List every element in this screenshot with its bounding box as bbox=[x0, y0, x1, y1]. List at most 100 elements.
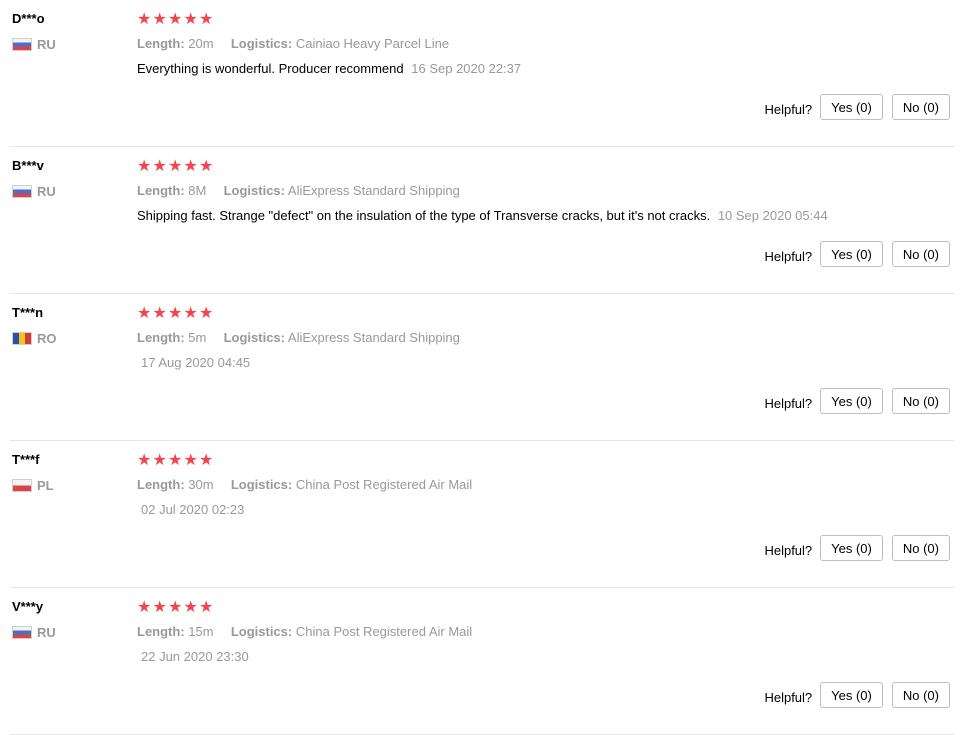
star-icon: ★ bbox=[183, 303, 198, 322]
logistics-label: Logistics: bbox=[223, 183, 285, 198]
helpful-yes-button[interactable]: Yes (0) bbox=[820, 94, 883, 120]
length-label: Length: bbox=[137, 477, 185, 492]
helpful-vote: Helpful? Yes (0) No (0) bbox=[764, 682, 950, 708]
logistics-label: Logistics: bbox=[223, 330, 285, 345]
length-value: 15m bbox=[188, 624, 214, 639]
review-feedback: 02 Jul 2020 02:23 bbox=[137, 502, 244, 517]
review-date: 22 Jun 2020 23:30 bbox=[141, 649, 249, 664]
country-flag-icon bbox=[12, 479, 32, 492]
review-meta: Length: 5m Logistics: AliExpress Standar… bbox=[137, 330, 460, 345]
helpful-no-button[interactable]: No (0) bbox=[891, 94, 950, 120]
helpful-no-button[interactable]: No (0) bbox=[891, 241, 950, 267]
star-icon: ★ bbox=[152, 450, 167, 469]
star-rating: ★ ★ ★ ★ ★ bbox=[137, 156, 215, 176]
reviewer-name: V***y bbox=[12, 599, 44, 614]
review-item: B***v RU ★ ★ ★ ★ ★ Length: 8M Logistics: Ali… bbox=[0, 147, 964, 294]
country-code: RO bbox=[37, 331, 57, 346]
star-icon: ★ bbox=[152, 9, 167, 28]
review-date: 17 Aug 2020 04:45 bbox=[141, 355, 251, 370]
star-icon: ★ bbox=[199, 303, 214, 322]
logistics-label: Logistics: bbox=[230, 36, 293, 51]
length-value: 5m bbox=[188, 330, 207, 345]
reviewer-name: T***f bbox=[12, 452, 40, 467]
length-label: Length: bbox=[137, 36, 185, 51]
reviewer-name: T***n bbox=[12, 305, 44, 320]
star-icon: ★ bbox=[137, 9, 152, 28]
helpful-yes-button[interactable]: Yes (0) bbox=[820, 682, 883, 708]
star-icon: ★ bbox=[168, 156, 183, 175]
star-icon: ★ bbox=[183, 597, 198, 616]
star-icon: ★ bbox=[183, 156, 198, 175]
logistics-value: Cainiao Heavy Parcel Line bbox=[295, 36, 450, 51]
star-icon: ★ bbox=[152, 156, 167, 175]
logistics-value: AliExpress Standard Shipping bbox=[287, 183, 460, 198]
star-rating: ★ ★ ★ ★ ★ bbox=[137, 450, 215, 470]
star-icon: ★ bbox=[168, 303, 183, 322]
review-feedback: Everything is wonderful. Producer recomm… bbox=[137, 61, 521, 76]
country-flag-icon bbox=[12, 332, 32, 345]
reviewer-country: RU bbox=[12, 37, 56, 52]
helpful-vote: Helpful? Yes (0) No (0) bbox=[764, 94, 950, 120]
helpful-vote: Helpful? Yes (0) No (0) bbox=[764, 388, 950, 414]
star-icon: ★ bbox=[137, 450, 152, 469]
star-icon: ★ bbox=[152, 597, 167, 616]
reviewer-country: RU bbox=[12, 184, 56, 199]
length-value: 30m bbox=[188, 477, 214, 492]
helpful-no-button[interactable]: No (0) bbox=[891, 535, 950, 561]
country-code: PL bbox=[37, 478, 54, 493]
star-icon: ★ bbox=[152, 303, 167, 322]
star-icon: ★ bbox=[199, 9, 214, 28]
star-icon: ★ bbox=[168, 597, 183, 616]
review-feedback: Shipping fast. Strange "defect" on the i… bbox=[137, 208, 828, 223]
country-flag-icon bbox=[12, 185, 32, 198]
helpful-label: Helpful? bbox=[764, 689, 813, 705]
country-code: RU bbox=[37, 37, 56, 52]
length-value: 20m bbox=[188, 36, 214, 51]
star-rating: ★ ★ ★ ★ ★ bbox=[137, 303, 215, 323]
logistics-value: AliExpress Standard Shipping bbox=[287, 330, 460, 345]
helpful-label: Helpful? bbox=[764, 248, 813, 264]
reviewer-country: RU bbox=[12, 625, 56, 640]
star-icon: ★ bbox=[137, 303, 152, 322]
helpful-no-button[interactable]: No (0) bbox=[891, 388, 950, 414]
helpful-vote: Helpful? Yes (0) No (0) bbox=[764, 535, 950, 561]
length-value: 8M bbox=[188, 183, 207, 198]
review-meta: Length: 30m Logistics: China Post Regist… bbox=[137, 477, 472, 492]
star-icon: ★ bbox=[183, 9, 198, 28]
star-icon: ★ bbox=[168, 9, 183, 28]
star-icon: ★ bbox=[199, 450, 214, 469]
helpful-label: Helpful? bbox=[764, 542, 813, 558]
helpful-yes-button[interactable]: Yes (0) bbox=[820, 241, 883, 267]
helpful-yes-button[interactable]: Yes (0) bbox=[820, 535, 883, 561]
review-feedback: 22 Jun 2020 23:30 bbox=[137, 649, 249, 664]
helpful-label: Helpful? bbox=[764, 395, 813, 411]
country-flag-icon bbox=[12, 38, 32, 51]
review-text: Shipping fast. Strange "defect" on the i… bbox=[137, 208, 711, 223]
review-item: T***f PL ★ ★ ★ ★ ★ Length: 30m Logistics: Ch… bbox=[0, 441, 964, 588]
review-text: Everything is wonderful. Producer recomm… bbox=[137, 61, 404, 76]
review-meta: Length: 20m Logistics: Cainiao Heavy Par… bbox=[137, 36, 449, 51]
country-flag-icon bbox=[12, 626, 32, 639]
review-item: T***n RO ★ ★ ★ ★ ★ Length: 5m Logistics: Ali… bbox=[0, 294, 964, 441]
review-meta: Length: 15m Logistics: China Post Regist… bbox=[137, 624, 472, 639]
helpful-vote: Helpful? Yes (0) No (0) bbox=[764, 241, 950, 267]
star-rating: ★ ★ ★ ★ ★ bbox=[137, 9, 215, 29]
helpful-no-button[interactable]: No (0) bbox=[891, 682, 950, 708]
review-item: D***o RU ★ ★ ★ ★ ★ Length: 20m Logistics: Ca… bbox=[0, 0, 964, 147]
star-icon: ★ bbox=[183, 450, 198, 469]
reviewer-country: PL bbox=[12, 478, 54, 493]
review-date: 16 Sep 2020 22:37 bbox=[411, 61, 522, 76]
length-label: Length: bbox=[137, 330, 185, 345]
country-code: RU bbox=[37, 625, 56, 640]
length-label: Length: bbox=[137, 624, 185, 639]
star-icon: ★ bbox=[199, 156, 214, 175]
star-icon: ★ bbox=[137, 597, 152, 616]
star-rating: ★ ★ ★ ★ ★ bbox=[137, 597, 215, 617]
helpful-label: Helpful? bbox=[764, 101, 813, 117]
reviewer-country: RO bbox=[12, 331, 57, 346]
review-date: 10 Sep 2020 05:44 bbox=[717, 208, 828, 223]
logistics-label: Logistics: bbox=[230, 477, 293, 492]
reviewer-name: D***o bbox=[12, 11, 45, 26]
helpful-yes-button[interactable]: Yes (0) bbox=[820, 388, 883, 414]
logistics-value: China Post Registered Air Mail bbox=[295, 624, 473, 639]
